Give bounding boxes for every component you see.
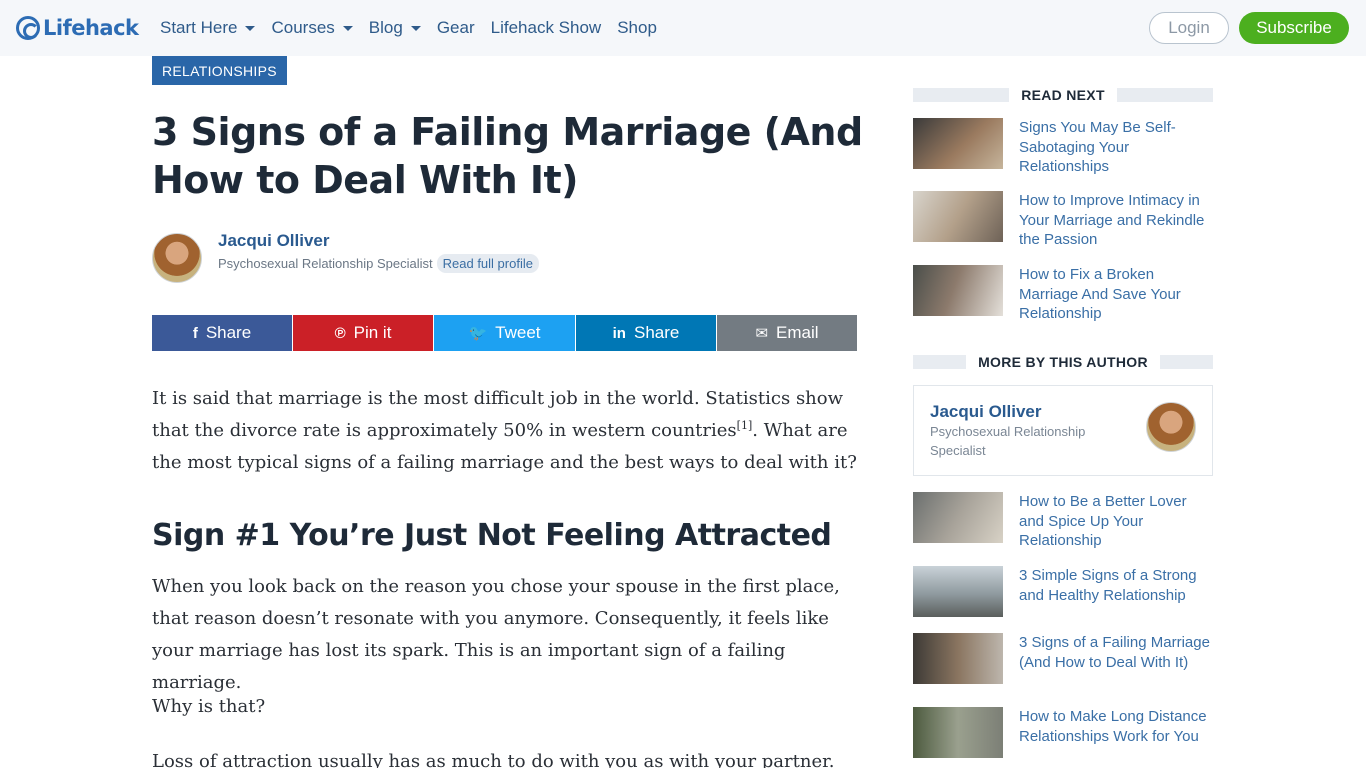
article-thumbnail[interactable]	[913, 492, 1003, 543]
intro-paragraph: It is said that marriage is the most dif…	[152, 383, 857, 479]
footnote-reference[interactable]: [1]	[737, 419, 753, 432]
twitter-tweet-button[interactable]: 🐦 Tweet	[434, 315, 575, 351]
author-name[interactable]: Jacqui Olliver	[218, 231, 330, 251]
article-thumbnail[interactable]	[913, 191, 1003, 242]
share-label: Pin it	[353, 323, 392, 342]
main-menu: Start Here Courses Blog Gear Lifehack Sh…	[160, 0, 673, 56]
top-navbar: Lifehack Start Here Courses Blog Gear Li…	[0, 0, 1366, 56]
nav-item-label: Blog	[368, 18, 403, 37]
article-thumbnail[interactable]	[913, 566, 1003, 617]
logo-text: Lifehack	[43, 16, 139, 40]
author-meta: Psychosexual Relationship Specialist Rea…	[218, 254, 539, 273]
more-title[interactable]: 3 Simple Signs of a Strong and Healthy R…	[1019, 566, 1213, 617]
nav-item-label: Gear	[436, 18, 475, 37]
more-title[interactable]: How to Be a Better Lover and Spice Up Yo…	[1019, 492, 1213, 551]
divider	[913, 355, 967, 369]
article-thumbnail[interactable]	[913, 707, 1003, 758]
read-next-item[interactable]: How to Fix a Broken Marriage And Save Yo…	[913, 265, 1213, 324]
nav-item-label: Courses	[271, 18, 335, 37]
author-card-role: Psychosexual Relationship Specialist	[930, 424, 1086, 458]
nav-item-shop[interactable]: Shop	[617, 18, 657, 38]
caret-down-icon	[245, 25, 256, 31]
pinterest-pin-button[interactable]: ℗ Pin it	[293, 315, 433, 351]
twitter-icon: 🐦	[468, 325, 488, 342]
read-next-item[interactable]: How to Improve Intimacy in Your Marriage…	[913, 191, 1213, 250]
article-thumbnail[interactable]	[913, 633, 1003, 684]
more-by-author-item[interactable]: How to Make Long Distance Relationships …	[913, 707, 1213, 758]
section-heading: Sign #1 You’re Just Not Feeling Attracte…	[152, 518, 832, 553]
nav-item-blog[interactable]: Blog	[369, 18, 421, 38]
paragraph: Why is that?	[152, 696, 266, 717]
divider	[1159, 355, 1214, 369]
share-label: Email	[776, 323, 819, 342]
read-next-heading: READ NEXT	[913, 87, 1214, 103]
divider	[913, 88, 1010, 102]
author-card-name[interactable]: Jacqui Olliver	[930, 402, 1042, 422]
more-by-author-label: MORE BY THIS AUTHOR	[978, 354, 1148, 370]
facebook-icon: f	[192, 324, 198, 342]
lifehack-logo[interactable]: Lifehack	[16, 14, 139, 42]
author-card-avatar[interactable]	[1146, 402, 1196, 452]
share-label: Share	[205, 323, 252, 342]
nav-item-gear[interactable]: Gear	[437, 18, 475, 38]
facebook-share-button[interactable]: f Share	[152, 315, 292, 351]
subscribe-button[interactable]: Subscribe	[1239, 12, 1349, 44]
linkedin-icon: in	[612, 324, 626, 342]
linkedin-share-button[interactable]: in Share	[576, 315, 716, 351]
article-thumbnail[interactable]	[913, 118, 1003, 169]
article-thumbnail[interactable]	[913, 265, 1003, 316]
paragraph: Loss of attraction usually has as much t…	[152, 751, 835, 768]
nav-item-courses[interactable]: Courses	[271, 18, 353, 38]
share-label: Tweet	[495, 323, 541, 342]
email-icon: ✉	[755, 325, 769, 342]
divider	[1116, 88, 1214, 102]
author-avatar[interactable]	[152, 233, 202, 283]
author-card[interactable]: Jacqui Olliver Psychosexual Relationship…	[913, 385, 1213, 476]
intro-text: It is said that marriage is the most dif…	[152, 388, 844, 441]
category-badge[interactable]: RELATIONSHIPS	[152, 56, 287, 85]
paragraph: When you look back on the reason you cho…	[152, 576, 840, 693]
share-bar: f Share ℗ Pin it 🐦 Tweet in Share ✉ Email	[152, 315, 857, 351]
caret-down-icon	[410, 25, 421, 31]
nav-item-start-here[interactable]: Start Here	[160, 18, 256, 38]
login-button[interactable]: Login	[1149, 12, 1229, 44]
caret-down-icon	[342, 25, 353, 31]
nav-item-label: Start Here	[160, 18, 238, 37]
lifehack-logo-icon	[16, 16, 40, 40]
nav-item-lifehack-show[interactable]: Lifehack Show	[491, 18, 602, 38]
more-by-author-item[interactable]: 3 Simple Signs of a Strong and Healthy R…	[913, 566, 1213, 617]
more-by-author-item[interactable]: 3 Signs of a Failing Marriage (And How t…	[913, 633, 1213, 684]
read-next-item[interactable]: Signs You May Be Self-Sabotaging Your Re…	[913, 118, 1213, 177]
read-next-title[interactable]: Signs You May Be Self-Sabotaging Your Re…	[1019, 118, 1213, 177]
more-by-author-heading: MORE BY THIS AUTHOR	[913, 354, 1214, 370]
read-next-title[interactable]: How to Improve Intimacy in Your Marriage…	[1019, 191, 1213, 250]
email-share-button[interactable]: ✉ Email	[717, 315, 857, 351]
nav-item-label: Lifehack Show	[490, 18, 602, 37]
more-title[interactable]: 3 Signs of a Failing Marriage (And How t…	[1019, 633, 1213, 684]
nav-item-label: Shop	[617, 18, 657, 37]
more-title[interactable]: How to Make Long Distance Relationships …	[1019, 707, 1213, 758]
article-title: 3 Signs of a Failing Marriage (And How t…	[152, 110, 863, 202]
more-by-author-item[interactable]: How to Be a Better Lover and Spice Up Yo…	[913, 492, 1213, 551]
author-role: Psychosexual Relationship Specialist	[218, 256, 433, 271]
read-next-title[interactable]: How to Fix a Broken Marriage And Save Yo…	[1019, 265, 1213, 324]
share-label: Share	[633, 323, 680, 342]
read-full-profile-link[interactable]: Read full profile	[436, 254, 539, 273]
pinterest-icon: ℗	[334, 324, 346, 342]
read-next-label: READ NEXT	[1021, 87, 1105, 103]
